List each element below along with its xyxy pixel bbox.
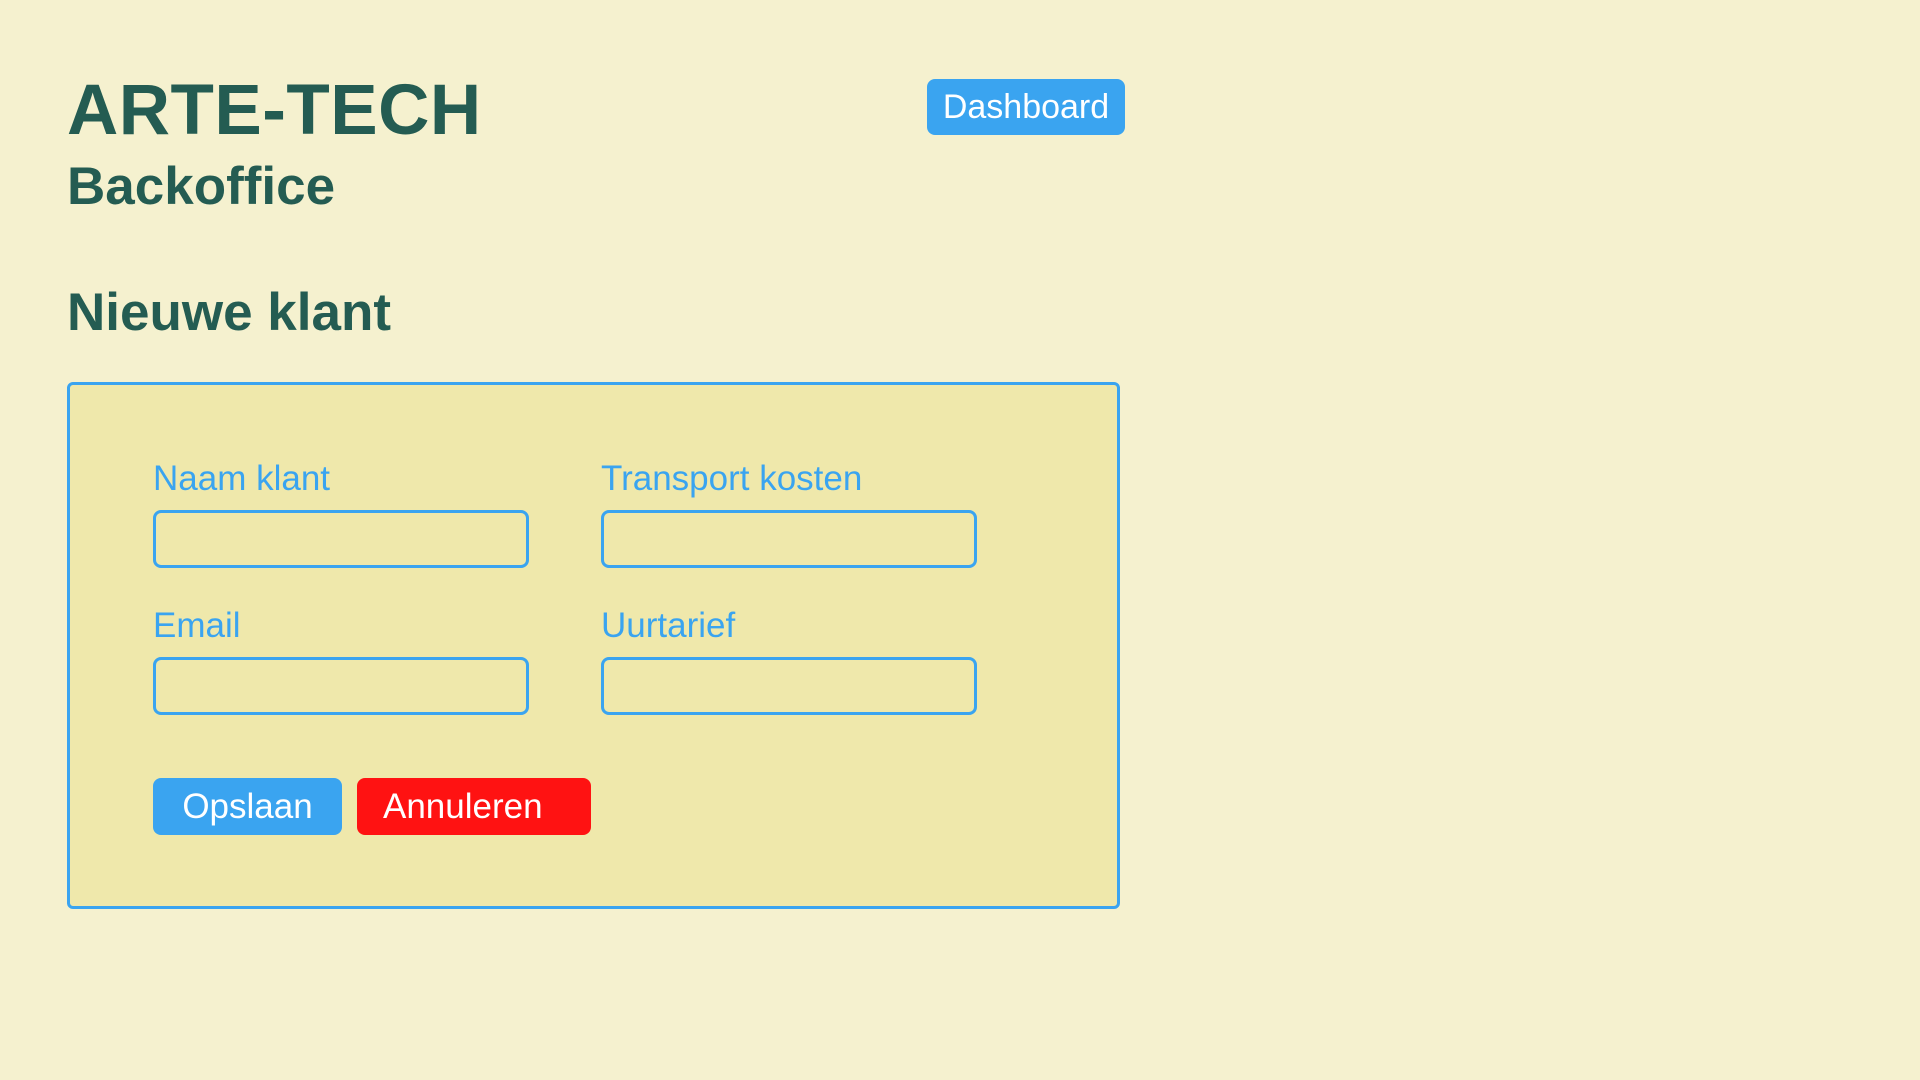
dashboard-button[interactable]: Dashboard <box>927 79 1125 135</box>
brand-subtitle: Backoffice <box>67 157 336 216</box>
brand-title: ARTE-TECH <box>67 71 482 150</box>
save-button[interactable]: Opslaan <box>153 778 342 835</box>
new-customer-form: Naam klant Transport kosten Email Uurtar… <box>67 382 1120 909</box>
customer-name-label: Naam klant <box>153 459 331 498</box>
cancel-button[interactable]: Annuleren <box>357 778 591 835</box>
page: { "header": { "brand_title": "ARTE-TECH"… <box>0 0 1920 1080</box>
email-label: Email <box>153 606 241 645</box>
customer-name-input[interactable] <box>153 510 529 568</box>
transport-costs-input[interactable] <box>601 510 977 568</box>
email-input[interactable] <box>153 657 529 715</box>
hourly-rate-input[interactable] <box>601 657 977 715</box>
page-title: Nieuwe klant <box>67 283 391 342</box>
transport-costs-label: Transport kosten <box>601 459 863 498</box>
hourly-rate-label: Uurtarief <box>601 606 736 645</box>
